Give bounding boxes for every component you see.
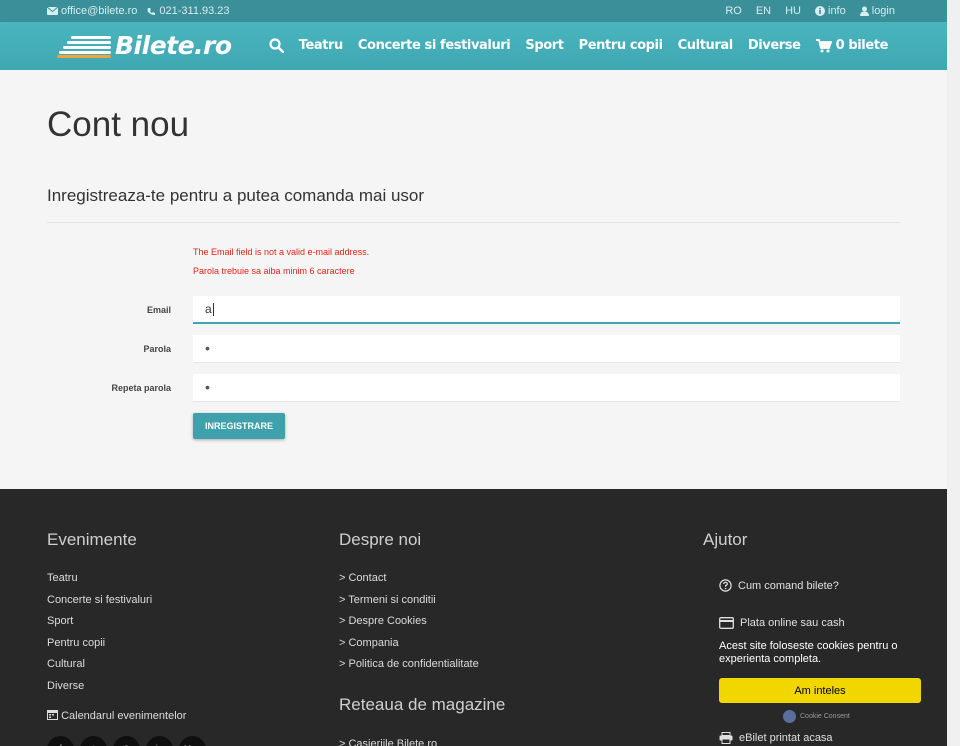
footer: Evenimente Teatru Concerte si festivalur… xyxy=(0,489,947,746)
scrollbar[interactable] xyxy=(947,0,960,746)
user-icon xyxy=(859,6,869,16)
help-item-cum-comand[interactable]: Cum comand bilete? xyxy=(719,579,839,592)
help-item-plata[interactable]: Plata online sau cash xyxy=(719,617,845,629)
repeat-password-row: Repeta parola • xyxy=(0,374,947,402)
search-icon xyxy=(269,38,284,53)
email-field[interactable]: a xyxy=(193,296,900,324)
calendar-link[interactable]: Calendarul evenimentelor xyxy=(47,709,186,722)
lang-hu[interactable]: HU xyxy=(785,5,801,17)
phone-link[interactable]: 021-311.93.23 xyxy=(147,5,230,17)
site-logo[interactable]: Bilete.ro xyxy=(57,31,232,60)
lang-ro[interactable]: RO xyxy=(725,5,742,17)
password-label: Parola xyxy=(143,344,171,354)
nav-item-diverse[interactable]: Diverse xyxy=(748,38,801,53)
repeat-password-label: Repeta parola xyxy=(111,383,171,393)
credit-card-icon xyxy=(719,617,734,629)
logo-stripes-icon xyxy=(57,34,113,58)
social-links: f t ◎ in You xyxy=(47,736,206,746)
email-row: Email a xyxy=(0,296,947,324)
footer-link-termeni[interactable]: > Termeni si conditii xyxy=(339,590,479,612)
calendar-icon xyxy=(47,710,58,720)
cart-button[interactable]: 0 bilete xyxy=(815,38,889,53)
error-password: Parola trebuie sa aiba minim 6 caractere xyxy=(193,266,355,276)
cart-icon xyxy=(815,38,832,52)
help-item-ebilet[interactable]: eBilet printat acasa xyxy=(719,732,833,744)
nav-item-sport[interactable]: Sport xyxy=(525,38,564,53)
repeat-password-field[interactable]: • xyxy=(193,374,900,402)
instagram-icon[interactable]: ◎ xyxy=(113,736,140,746)
page-title: Cont nou xyxy=(47,105,190,144)
nav-menu: Teatru Concerte si festivaluri Sport Pen… xyxy=(269,38,888,53)
nav-item-pentru-copii[interactable]: Pentru copii xyxy=(579,38,663,53)
email-text: office@bilete.ro xyxy=(61,5,138,17)
page-subtitle: Inregistreaza-te pentru a putea comanda … xyxy=(47,186,425,205)
about-list: > Contact > Termeni si conditii > Despre… xyxy=(339,568,479,676)
cookie-consent-brand-label: Cookie Consent xyxy=(800,713,850,720)
cookie-accept-button[interactable]: Am inteles xyxy=(719,678,921,703)
footer-link-concerte[interactable]: Concerte si festivaluri xyxy=(47,590,152,612)
facebook-icon[interactable]: f xyxy=(47,736,74,746)
twitter-icon[interactable]: t xyxy=(80,736,107,746)
footer-link-cookies[interactable]: > Despre Cookies xyxy=(339,611,479,633)
text-cursor xyxy=(212,303,214,317)
help-title: Ajutor xyxy=(703,530,748,549)
top-bar: office@bilete.ro 021-311.93.23 RO EN HU … xyxy=(0,0,947,22)
login-label: login xyxy=(871,5,895,17)
calendar-label: Calendarul evenimentelor xyxy=(61,710,187,722)
question-icon xyxy=(719,579,732,592)
events-title: Evenimente xyxy=(47,530,137,549)
cookie-consent-brand[interactable]: Cookie Consent xyxy=(783,710,850,723)
help-label-plata: Plata online sau cash xyxy=(740,617,845,629)
divider xyxy=(47,222,900,223)
nav-item-concerte[interactable]: Concerte si festivaluri xyxy=(358,38,511,53)
logo-text: Bilete.ro xyxy=(115,31,232,60)
footer-link-casierii[interactable]: > Casieriile Bilete.ro xyxy=(339,734,437,746)
email-link[interactable]: office@bilete.ro xyxy=(47,5,137,17)
contact-info: office@bilete.ro 021-311.93.23 xyxy=(47,5,230,17)
login-link[interactable]: login xyxy=(859,5,895,17)
cookie-consent-logo-icon xyxy=(783,710,796,723)
linkedin-icon[interactable]: in xyxy=(146,736,173,746)
error-email: The Email field is not a valid e-mail ad… xyxy=(193,247,370,257)
password-value: • xyxy=(205,340,210,356)
email-value: a xyxy=(205,302,212,316)
nav-item-teatru[interactable]: Teatru xyxy=(299,38,344,53)
main-navbar: Bilete.ro Teatru Concerte si festivaluri… xyxy=(0,22,947,70)
password-row: Parola • xyxy=(0,335,947,363)
printer-icon xyxy=(719,732,733,744)
footer-link-cultural[interactable]: Cultural xyxy=(47,654,152,676)
info-label: info xyxy=(828,5,846,17)
footer-link-compania[interactable]: > Compania xyxy=(339,633,479,655)
top-bar-right: RO EN HU info login xyxy=(725,5,895,17)
phone-text: 021-311.93.23 xyxy=(159,5,230,17)
footer-link-sport[interactable]: Sport xyxy=(47,611,152,633)
footer-link-contact[interactable]: > Contact xyxy=(339,568,479,590)
info-link[interactable]: info xyxy=(815,5,846,17)
phone-icon xyxy=(147,7,156,15)
password-field[interactable]: • xyxy=(193,335,900,363)
stores-title: Reteaua de magazine xyxy=(339,695,506,714)
repeat-password-value: • xyxy=(205,379,210,395)
help-label-cum-comand: Cum comand bilete? xyxy=(738,579,839,592)
footer-link-politica[interactable]: > Politica de confidentialitate xyxy=(339,654,479,676)
envelope-icon xyxy=(47,7,58,15)
about-title: Despre noi xyxy=(339,530,422,549)
events-list: Teatru Concerte si festivaluri Sport Pen… xyxy=(47,568,152,698)
nav-item-cultural[interactable]: Cultural xyxy=(678,38,734,53)
stores-list: > Casieriile Bilete.ro xyxy=(339,734,437,746)
validation-errors: The Email field is not a valid e-mail ad… xyxy=(193,243,369,281)
register-button[interactable]: INREGISTRARE xyxy=(193,413,285,439)
cart-label: 0 bilete xyxy=(835,38,889,53)
footer-link-diverse[interactable]: Diverse xyxy=(47,676,152,698)
lang-en[interactable]: EN xyxy=(756,5,771,17)
email-label: Email xyxy=(146,305,171,315)
help-label-ebilet: eBilet printat acasa xyxy=(739,732,833,744)
main-content: Cont nou Inregistreaza-te pentru a putea… xyxy=(0,70,947,489)
search-button[interactable] xyxy=(269,38,284,53)
info-icon xyxy=(815,6,825,16)
footer-link-teatru[interactable]: Teatru xyxy=(47,568,152,590)
youtube-icon[interactable]: You xyxy=(179,736,206,746)
cookie-message: Acest site foloseste cookies pentru o ex… xyxy=(719,640,898,665)
footer-link-pentru-copii[interactable]: Pentru copii xyxy=(47,633,152,655)
